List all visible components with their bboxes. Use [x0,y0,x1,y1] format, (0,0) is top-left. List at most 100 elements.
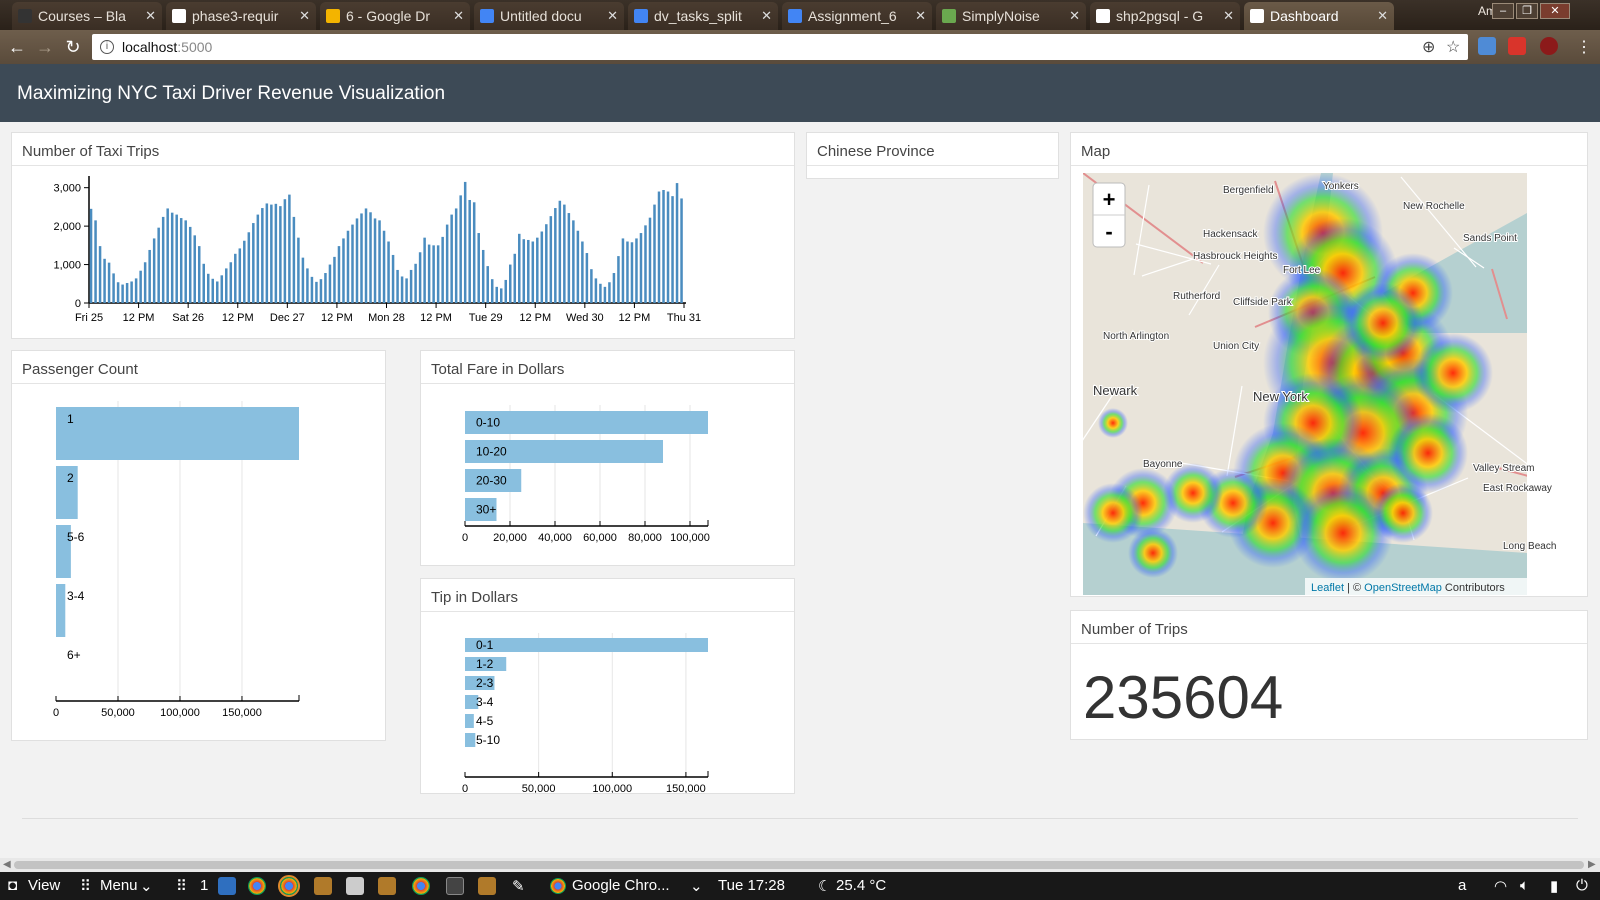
view-button[interactable]: View [28,877,60,894]
wifi-icon[interactable]: ◠ [1494,877,1507,895]
bar [116,282,120,303]
bar [675,183,679,303]
close-tab-icon[interactable]: ✕ [453,8,464,24]
browser-tab[interactable]: shp2pgsql - G ✕ [1090,2,1240,30]
tip-panel: Tip in Dollars 0-1 1-2 2-3 3-4 4-5 5-10 0 50,00… [420,578,796,795]
browser-tab[interactable]: Courses – Bla ✕ [12,2,162,30]
close-tab-icon[interactable]: ✕ [299,8,310,24]
keyboard-icon[interactable]: a [1458,877,1466,894]
bar-label: 3-4 [67,589,85,603]
x-tick-label: 12 PM [321,312,353,324]
sublime-icon-2[interactable] [378,877,396,895]
browser-tab[interactable]: Assignment_6 ✕ [782,2,932,30]
menu-button[interactable]: Menu [100,877,138,894]
x-tick-label: 50,000 [101,707,135,719]
trip-count-value: 235604 [1083,664,1284,731]
heatmap-map[interactable]: Yonkers Bergenfield New Rochelle Hackensack… [1071,166,1589,596]
extension-shield-icon[interactable] [1478,37,1496,55]
zoom-icon[interactable]: ⊕ [1422,37,1435,57]
chevron-down-icon[interactable]: ⌄ [140,877,153,895]
chrome-active-icon[interactable] [278,875,300,897]
active-window-title[interactable]: Google Chro... [572,877,670,894]
minimize-window-button[interactable]: – [1492,3,1514,19]
tip-chart[interactable]: 0-1 1-2 2-3 3-4 4-5 5-10 0 50,000 100,000 150,000 [421,612,796,795]
bar [459,195,462,303]
tab-label: Untitled docu [500,8,582,24]
notes-icon[interactable] [346,877,364,895]
bar [89,208,93,303]
bar [653,204,656,303]
browser-tab[interactable]: Dashboard ✕ [1244,2,1394,30]
close-tab-icon[interactable]: ✕ [1069,8,1080,24]
bar [545,224,548,303]
bar [481,249,485,303]
pen-icon[interactable]: ✎ [512,877,525,895]
close-tab-icon[interactable]: ✕ [145,8,156,24]
browser-tab[interactable]: SimplyNoise ✕ [936,2,1086,30]
forward-button[interactable]: → [34,36,56,58]
workspace-grid-icon[interactable]: ⠿ [176,877,187,895]
chevron-down-icon[interactable]: ⌄ [690,877,703,895]
chrome-icon-2[interactable] [412,877,430,895]
x-tick-label: Dec 27 [270,312,305,324]
close-tab-icon[interactable]: ✕ [1223,8,1234,24]
browser-tab[interactable]: Untitled docu ✕ [474,2,624,30]
bar-label: 1 [67,412,74,426]
extension-red-icon[interactable] [1508,37,1526,55]
map-place-label: Union City [1213,341,1259,352]
osm-link[interactable]: OpenStreetMap [1364,582,1442,594]
terminal-icon[interactable] [446,877,464,895]
close-window-button[interactable]: ✕ [1540,3,1570,19]
scrollbar-thumb[interactable] [14,861,1584,869]
bar [391,254,395,303]
browser-tab[interactable]: phase3-requir ✕ [166,2,316,30]
info-icon[interactable]: i [100,40,114,54]
total-fare-chart[interactable]: 0-10 10-20 20-30 30+ 0 20,000 40,000 60,000 80,0… [421,384,796,565]
bar [360,213,363,303]
bar [234,253,237,303]
bar [612,273,616,303]
back-button[interactable]: ← [6,36,28,58]
bar-label: 1-2 [476,657,494,671]
tab-favicon-icon [326,9,340,23]
close-tab-icon[interactable]: ✕ [915,8,926,24]
bar [107,262,111,303]
bar [283,199,287,303]
desktop-icon[interactable] [218,877,236,895]
zoom-out-button[interactable]: - [1105,219,1112,244]
close-tab-icon[interactable]: ✕ [761,8,772,24]
bar-label: 5-6 [67,530,85,544]
power-icon[interactable]: ⏻ [1576,877,1588,894]
menu-grid-icon[interactable]: ⠿ [80,877,91,895]
bookmark-star-icon[interactable]: ☆ [1446,37,1460,57]
battery-icon[interactable]: ▮ [1550,877,1558,895]
scroll-right-icon[interactable]: ▶ [1588,858,1596,872]
zoom-in-button[interactable]: + [1103,187,1116,212]
browser-menu-icon[interactable]: ⋮ [1576,37,1592,57]
bar [418,252,422,303]
workspace-number[interactable]: 1 [200,877,208,894]
bar [125,283,129,303]
camera-icon[interactable]: ◘ [8,877,17,894]
chrome-icon[interactable] [248,877,266,895]
clock[interactable]: Tue 17:28 [718,877,785,894]
trips-over-time-chart[interactable]: 0 1,000 2,000 3,000 Fri 25 12 PM Sat 26 12 PM De… [12,166,796,336]
address-bar[interactable]: i localhost:5000 [92,34,1468,60]
close-tab-icon[interactable]: ✕ [607,8,618,24]
ublock-icon[interactable] [1540,37,1558,55]
browser-tab[interactable]: dv_tasks_split ✕ [628,2,778,30]
horizontal-scrollbar[interactable]: ◀ ▶ [0,858,1600,872]
reload-button[interactable]: ↻ [62,36,84,58]
x-tick-label: 12 PM [519,312,551,324]
leaflet-link[interactable]: Leaflet [1311,582,1344,594]
sublime-icon[interactable] [314,877,332,895]
scroll-left-icon[interactable]: ◀ [3,858,11,872]
volume-icon[interactable]: 🔈︎ [1520,877,1529,894]
bar [549,216,553,303]
sublime-icon-3[interactable] [478,877,496,895]
close-tab-icon[interactable]: ✕ [1377,8,1388,24]
browser-tab[interactable]: 6 - Google Dr ✕ [320,2,470,30]
passenger-count-chart[interactable]: 1 2 5-6 3-4 6+ 0 50,000 100,000 150,000 [12,384,387,740]
page-title: Maximizing NYC Taxi Driver Revenue Visua… [17,83,446,104]
restore-window-button[interactable]: ❐ [1516,3,1538,19]
